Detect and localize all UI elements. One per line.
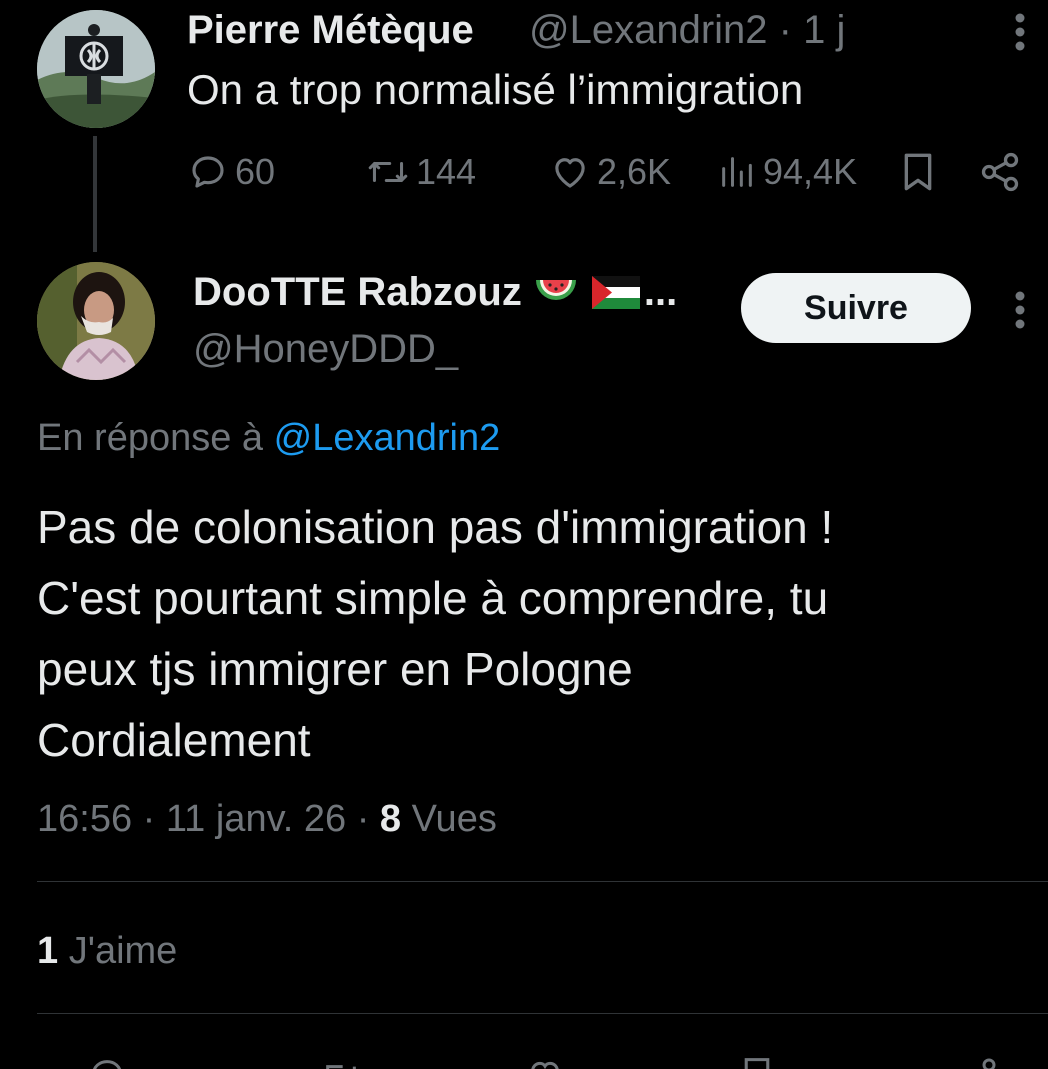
likes-count: 1 bbox=[37, 930, 59, 972]
retweet-icon bbox=[326, 1065, 356, 1069]
reply-author-name[interactable]: DooTTE Rabzouz ... bbox=[193, 266, 677, 318]
reply-text-line: Pas de colonisation pas d'immigration ! bbox=[37, 501, 834, 553]
reply-author-name-text: DooTTE Rabzouz bbox=[193, 270, 522, 314]
more-icon bbox=[1015, 13, 1025, 51]
reply-handle[interactable]: @HoneyDDD_ bbox=[193, 323, 458, 375]
share-icon bbox=[982, 1058, 996, 1069]
reply-icon bbox=[93, 1060, 122, 1069]
parent-author-name[interactable]: Pierre Métèque bbox=[187, 4, 474, 56]
name-ellipsis: ... bbox=[643, 270, 678, 314]
retweet-icon bbox=[368, 162, 408, 182]
in-reply-to: En réponse à @Lexandrin2 bbox=[37, 412, 500, 464]
more-icon bbox=[1015, 291, 1025, 329]
follow-button[interactable]: Suivre bbox=[741, 273, 971, 343]
reply-icon bbox=[192, 156, 224, 188]
in-reply-prefix: En réponse à bbox=[37, 417, 264, 459]
divider bbox=[37, 881, 1048, 882]
reply-text-line: peux tjs immigrer en Pologne bbox=[37, 643, 633, 695]
reply-text-line: Cordialement bbox=[37, 714, 311, 766]
parent-more-button[interactable] bbox=[1004, 10, 1036, 54]
avatar-parent[interactable] bbox=[37, 10, 155, 128]
reply-text-line: C'est pourtant simple à comprendre, tu bbox=[37, 572, 829, 624]
reply-count: 60 bbox=[235, 151, 276, 192]
views-button[interactable]: 94,4K bbox=[717, 146, 857, 198]
likes-label: J'aime bbox=[58, 930, 178, 972]
divider bbox=[37, 1013, 1048, 1014]
avatar-reply[interactable] bbox=[37, 262, 155, 380]
share-icon bbox=[981, 152, 1019, 192]
share-button[interactable] bbox=[978, 146, 1022, 198]
parent-tweet-text: On a trop normalisé l’immigration bbox=[187, 66, 804, 113]
heart-icon bbox=[555, 158, 585, 188]
bottom-share-button[interactable] bbox=[964, 1055, 1014, 1069]
heart-icon bbox=[531, 1061, 559, 1069]
thread-line bbox=[93, 136, 97, 252]
like-button[interactable]: 2,6K bbox=[549, 146, 671, 198]
bookmark-button[interactable] bbox=[898, 146, 938, 198]
watermelon-emoji bbox=[534, 272, 578, 312]
in-reply-mention-link[interactable]: @Lexandrin2 bbox=[274, 417, 501, 459]
views-count: 94,4K bbox=[763, 151, 858, 192]
reply-tweet-text: Pas de colonisation pas d'immigration ! … bbox=[37, 492, 1027, 776]
tweet-meta: 16:56 · 11 janv. 26 · 8 Vues bbox=[37, 793, 497, 845]
retweet-count: 144 bbox=[416, 151, 477, 192]
bottom-bookmark-button[interactable] bbox=[732, 1055, 782, 1069]
bookmark-icon bbox=[904, 153, 932, 191]
parent-handle-and-time[interactable]: @Lexandrin2 · 1 j bbox=[529, 4, 845, 56]
reply-button[interactable]: 60 bbox=[187, 146, 275, 198]
bookmark-icon bbox=[744, 1058, 770, 1069]
views-icon bbox=[722, 157, 752, 187]
tweet-timestamp[interactable]: 16:56 · 11 janv. 26 · bbox=[37, 798, 380, 840]
bottom-like-button[interactable] bbox=[520, 1055, 570, 1069]
tweet-views-count: 8 bbox=[379, 798, 402, 840]
reply-more-button[interactable] bbox=[1004, 288, 1036, 332]
like-count: 2,6K bbox=[597, 151, 672, 192]
bottom-retweet-button[interactable] bbox=[316, 1055, 366, 1069]
bottom-reply-button[interactable] bbox=[82, 1055, 132, 1069]
likes-row[interactable]: 1 J'aime bbox=[37, 925, 177, 977]
retweet-button[interactable]: 144 bbox=[366, 146, 476, 198]
palestine-flag-emoji bbox=[590, 272, 642, 312]
tweet-views-label: Vues bbox=[401, 798, 497, 840]
